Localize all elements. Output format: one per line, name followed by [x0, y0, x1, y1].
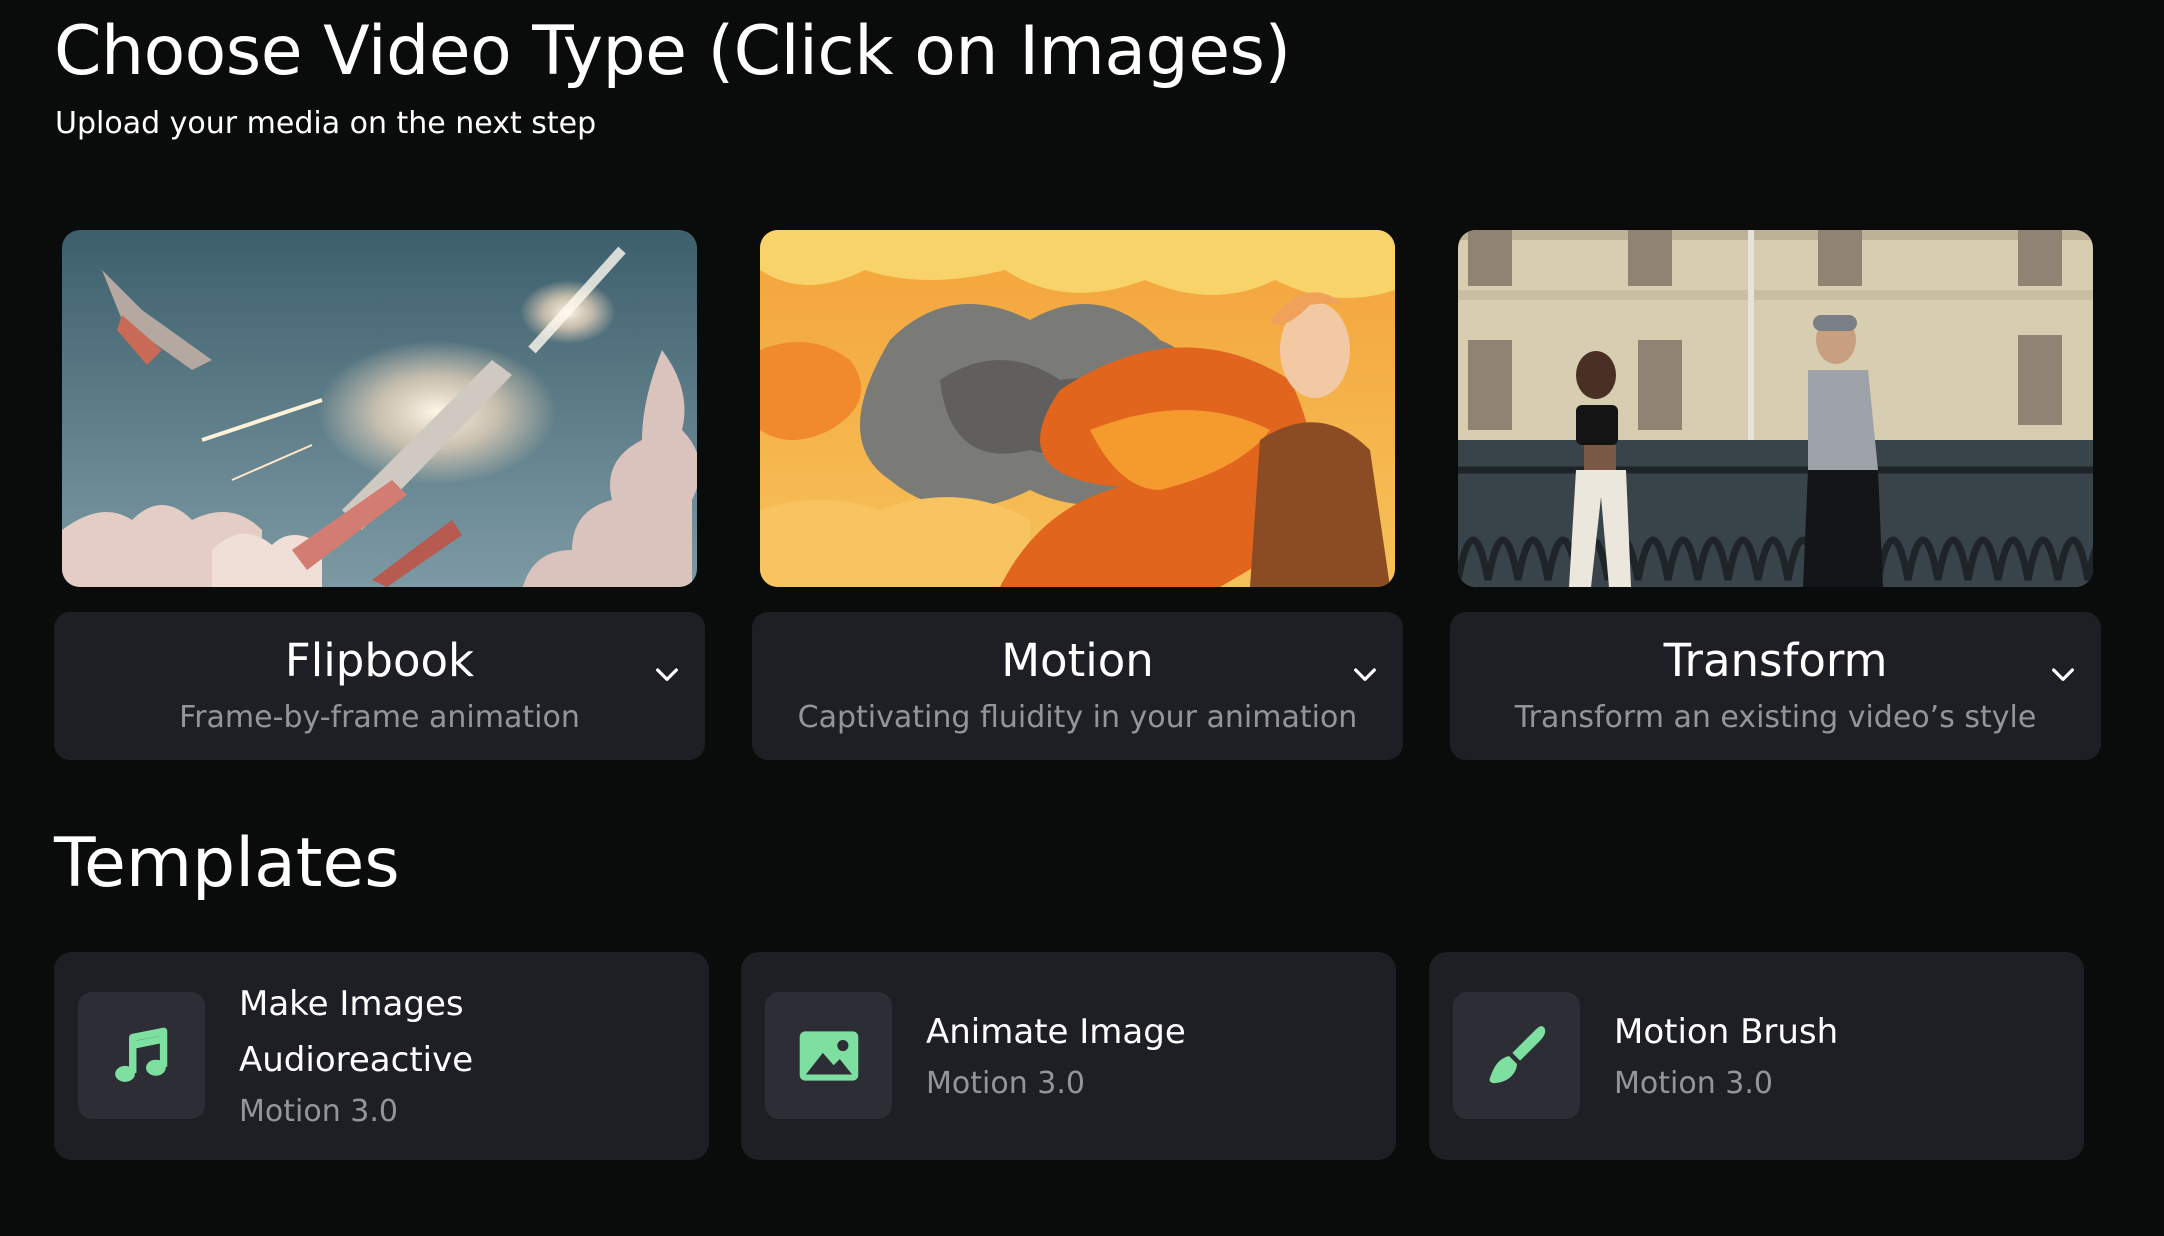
video-type-flipbook[interactable]: Flipbook Frame-by-frame animation [54, 228, 705, 760]
template-name: Animate Image [926, 1012, 1186, 1052]
page-subtitle: Upload your media on the next step [55, 106, 597, 141]
template-name: Motion Brush [1614, 1012, 1839, 1052]
chevron-down-icon[interactable] [2047, 658, 2079, 690]
video-type-transform[interactable]: Transform Transform an existing video’s … [1450, 228, 2101, 760]
template-motion-brush[interactable]: Motion Brush Motion 3.0 [1429, 952, 2084, 1160]
chevron-down-icon[interactable] [1349, 658, 1381, 690]
video-type-description: Transform an existing video’s style [1514, 700, 2037, 735]
video-type-title: Transform [1663, 634, 1888, 687]
chevron-down-icon[interactable] [651, 658, 683, 690]
template-name-line2: Audioreactive [239, 1040, 474, 1080]
flipbook-label[interactable]: Flipbook Frame-by-frame animation [54, 612, 705, 760]
video-type-motion[interactable]: Motion Captivating fluidity in your anim… [752, 228, 1403, 760]
template-name-line1: Make Images [239, 984, 464, 1024]
templates-heading: Templates [54, 824, 400, 903]
video-type-description: Captivating fluidity in your animation [797, 700, 1358, 735]
motion-thumbnail[interactable] [760, 230, 1395, 587]
flipbook-thumbnail[interactable] [62, 230, 697, 587]
page-title: Choose Video Type (Click on Images) [54, 12, 1291, 91]
transform-thumbnail[interactable] [1458, 230, 2093, 587]
image-icon [765, 992, 892, 1119]
template-version: Motion 3.0 [1614, 1066, 1773, 1101]
template-make-images-audioreactive[interactable]: Make Images Audioreactive Motion 3.0 [54, 952, 709, 1160]
video-type-title: Motion [1001, 634, 1154, 687]
motion-label[interactable]: Motion Captivating fluidity in your anim… [752, 612, 1403, 760]
video-type-title: Flipbook [284, 634, 475, 687]
template-version: Motion 3.0 [926, 1066, 1085, 1101]
template-animate-image[interactable]: Animate Image Motion 3.0 [741, 952, 1396, 1160]
music-note-icon [78, 992, 205, 1119]
template-version: Motion 3.0 [239, 1094, 398, 1129]
video-type-description: Frame-by-frame animation [179, 700, 580, 735]
transform-label[interactable]: Transform Transform an existing video’s … [1450, 612, 2101, 760]
paintbrush-icon [1453, 992, 1580, 1119]
